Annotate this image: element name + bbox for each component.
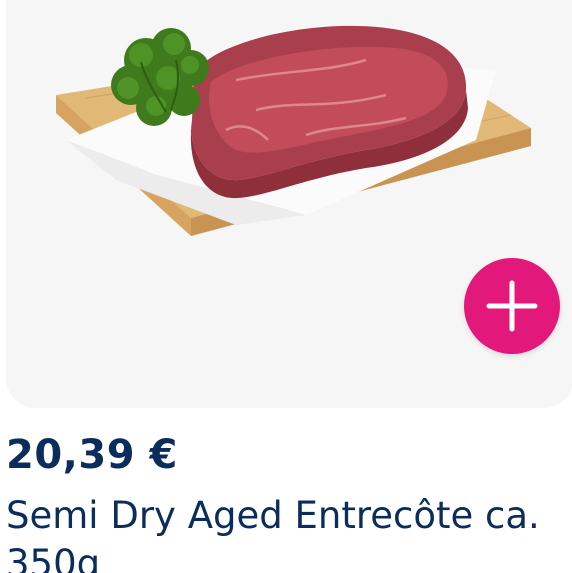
product-card[interactable]: 20,39 € Semi Dry Aged Entrecôte ca. 350g <box>0 0 572 573</box>
product-image-area[interactable] <box>6 0 572 408</box>
product-price: 20,39 € <box>6 432 178 478</box>
plus-icon <box>486 280 538 332</box>
product-image[interactable] <box>6 0 572 250</box>
product-name[interactable]: Semi Dry Aged Entrecôte ca. 350g <box>6 492 566 573</box>
add-to-cart-button[interactable] <box>464 258 560 354</box>
